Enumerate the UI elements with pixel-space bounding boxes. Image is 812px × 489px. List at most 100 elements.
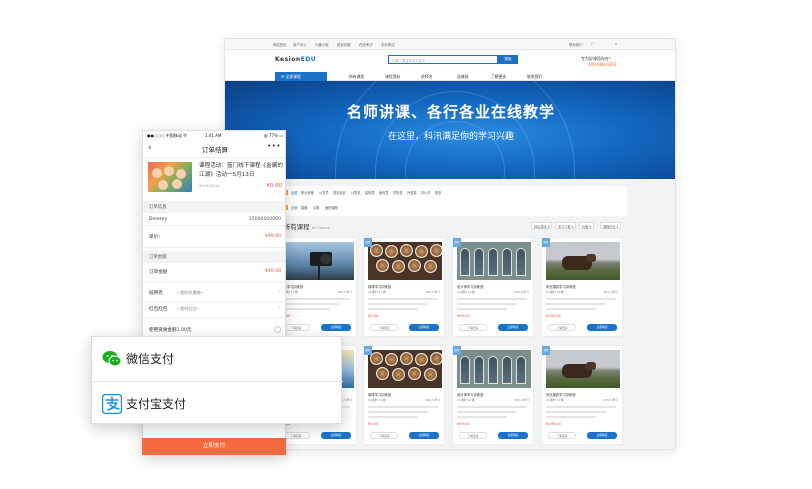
filter-option[interactable]: 语言培训: [333, 190, 346, 195]
balance-row[interactable]: 使用资质金额1.00元: [143, 323, 285, 337]
sort-button[interactable]: 价格 ▾: [579, 222, 594, 229]
site-logo[interactable]: KesionEDU: [275, 56, 316, 63]
chevron-down-icon[interactable]: ⌄: [277, 288, 281, 294]
coupon-select[interactable]: --我的优惠卷--: [177, 290, 204, 296]
nav-item[interactable]: 讲师名: [421, 74, 432, 80]
buy-now-button[interactable]: 立即购买: [321, 324, 351, 331]
sort-button[interactable]: 学习人数 ▾: [555, 222, 577, 229]
sort-button[interactable]: 综合排序 ▾: [531, 222, 553, 229]
course-title[interactable]: 咖啡学习训练营: [368, 284, 391, 289]
nav-item[interactable]: 所有课程: [349, 74, 364, 80]
hero-banner[interactable]: 名师讲课、各行各业在线教学 在这里，科汛满足你的学习兴趣: [225, 81, 675, 179]
alipay-label: 支付宝支付: [126, 397, 187, 411]
nav-item[interactable]: 选课网: [457, 74, 468, 80]
course-title[interactable]: 设计师学习训练营: [457, 284, 483, 289]
help-icon[interactable]: ?: [591, 42, 593, 46]
sort-button[interactable]: 课程时长 ▾: [600, 222, 622, 229]
topbar-link[interactable]: 联系我们: [569, 42, 583, 47]
filter-option[interactable]: 公务员: [319, 190, 329, 195]
filter-option[interactable]: 直播: [301, 205, 307, 210]
home-icon[interactable]: ⌂: [615, 42, 617, 46]
course-detail-button[interactable]: 了解更多: [548, 324, 576, 331]
course-card[interactable]: 推荐 设计师学习训练营 22课时 12课 265人学习 ¥99.00 了解更多 …: [452, 237, 534, 337]
course-card[interactable]: 推荐 设计师学习训练营 22课时 12课 265人学习 ¥99.00 了解更多 …: [452, 345, 534, 445]
filter-option[interactable]: 点播: [313, 205, 319, 210]
filter-option[interactable]: 外语类: [407, 190, 417, 195]
course-meta: 22课时 12课: [546, 398, 564, 402]
nav-item[interactable]: 课程资料: [385, 74, 400, 80]
course-image[interactable]: [457, 350, 531, 388]
nav-item[interactable]: 了解更多: [491, 74, 506, 80]
buy-now-button[interactable]: 立即购买: [498, 324, 528, 331]
topbar-link[interactable]: 兴趣小组: [315, 42, 329, 47]
filter-option[interactable]: 更多: [435, 190, 441, 195]
filter-option[interactable]: 全部: [291, 190, 297, 195]
balance-checkbox[interactable]: [274, 326, 281, 333]
filter-option[interactable]: 建筑类: [365, 190, 375, 195]
course-title[interactable]: 设计师学习训练营: [457, 392, 483, 397]
redpack-row[interactable]: 红包红包 --我的红包-- ⌄: [143, 302, 285, 318]
buy-now-button[interactable]: 立即购买: [587, 324, 617, 331]
search-button[interactable]: 搜索: [498, 55, 518, 64]
topbar-link[interactable]: 在线考试: [359, 42, 373, 47]
filter-option[interactable]: 全部: [291, 205, 297, 210]
alipay-icon: [102, 394, 122, 414]
course-card[interactable]: 推荐 风光摄影学习训练营 22课时 12课 265人学习 ¥199.00 了解更…: [541, 237, 623, 337]
course-image[interactable]: [546, 242, 620, 280]
course-image[interactable]: [368, 350, 442, 388]
course-card[interactable]: 推荐 咖啡学习训练营 22课时 12课 265人学习 ¥0.00 了解更多 立即…: [363, 345, 445, 445]
course-title[interactable]: 咖啡学习训练营: [368, 392, 391, 397]
filter-option[interactable]: 学历类: [393, 190, 403, 195]
topbar-link[interactable]: 网站首页: [273, 42, 287, 47]
more-icon[interactable]: •••: [267, 142, 281, 150]
course-card[interactable]: 推荐 咖啡学习训练营 22课时 12课 265人学习 ¥0.00 了解更多 立即…: [363, 237, 445, 337]
filter-option[interactable]: 中小学: [421, 190, 431, 195]
pay-now-button[interactable]: 立即支付: [142, 438, 286, 455]
course-meta: 22课时 12课: [457, 290, 475, 294]
redpack-label: 红包红包: [149, 307, 168, 312]
topbar-link[interactable]: 投诉问题: [337, 42, 351, 47]
buy-now-button[interactable]: 立即购买: [498, 432, 528, 439]
course-detail-button[interactable]: 了解更多: [282, 324, 310, 331]
redpack-select[interactable]: --我的红包--: [177, 306, 200, 312]
course-image[interactable]: [368, 242, 442, 280]
buy-now-button[interactable]: 立即购买: [409, 432, 439, 439]
topbar-link[interactable]: 用户中心: [293, 42, 307, 47]
course-image[interactable]: [457, 242, 531, 280]
course-image[interactable]: [546, 350, 620, 388]
course-detail-button[interactable]: 了解更多: [370, 324, 398, 331]
account-value: 15000000000: [248, 217, 281, 222]
buy-now-button[interactable]: 立即购买: [587, 432, 617, 439]
course-title[interactable]: 风光摄影学习训练营: [546, 392, 576, 397]
wechat-pay-option[interactable]: 微信支付: [92, 337, 343, 381]
course-detail-button[interactable]: 了解更多: [282, 432, 310, 439]
nav-item[interactable]: 联系我们: [527, 74, 542, 80]
search-input[interactable]: 请输入要搜索的关键词: [388, 55, 498, 64]
filter-option[interactable]: 计算机: [351, 190, 361, 195]
buy-now-button[interactable]: 立即购买: [409, 324, 439, 331]
card-tag: 推荐: [364, 238, 372, 247]
filter-option[interactable]: 医药类: [379, 190, 389, 195]
all-categories-button[interactable]: ☰ 全部课程: [275, 72, 327, 81]
course-detail-button[interactable]: 了解更多: [459, 324, 487, 331]
filter-option[interactable]: 面授课程: [325, 205, 338, 210]
buy-now-button[interactable]: 立即购买: [321, 432, 351, 439]
coupon-row[interactable]: 抵用卷 --我的优惠卷-- ⌄: [143, 286, 285, 302]
section-order-amount: 订单金额: [143, 251, 285, 263]
course-meta: 22课时 12课: [457, 398, 475, 402]
course-card[interactable]: 推荐 风光摄影学习训练营 22课时 12课 265人学习 ¥199.00 了解更…: [541, 345, 623, 445]
topbar-link[interactable]: 手机考试: [381, 42, 395, 47]
course-price: ¥99.00: [457, 422, 470, 426]
course-detail-button[interactable]: 了解更多: [548, 432, 576, 439]
battery-status: @ 77% ▭: [263, 133, 283, 138]
course-learners: 265人学习: [603, 398, 618, 402]
alipay-option[interactable]: 支付宝支付: [92, 382, 343, 426]
chevron-down-icon[interactable]: ⌄: [277, 304, 281, 310]
course-card[interactable]: 摄影学习训练营 22课时 12课 265人学习 ¥0.00 了解更多 立即购买: [275, 237, 357, 337]
course-price: ¥199.00: [546, 422, 561, 426]
course-title[interactable]: 风光摄影学习训练营: [546, 284, 576, 289]
course-detail-button[interactable]: 了解更多: [370, 432, 398, 439]
course-image[interactable]: [280, 242, 354, 280]
filter-option[interactable]: 职业资格: [301, 190, 314, 195]
course-detail-button[interactable]: 了解更多: [459, 432, 487, 439]
